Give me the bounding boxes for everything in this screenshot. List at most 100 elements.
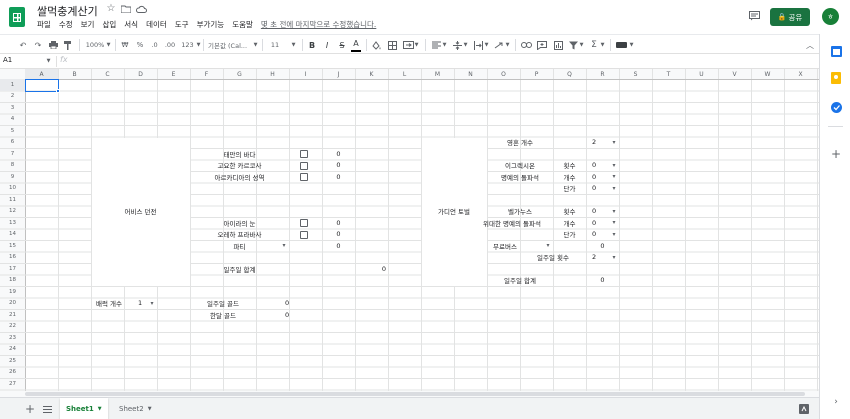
abyss-item-checkbox[interactable] [300,219,308,227]
share-button[interactable]: 🔒 공유 [770,8,810,26]
row-header-19[interactable]: 19 [0,286,25,298]
format-chevron-icon[interactable]: ▼ [195,35,202,55]
tab-sheet2[interactable]: Sheet2 ▼ [113,398,158,419]
row-header-12[interactable]: 12 [0,206,25,218]
print-icon[interactable] [48,35,58,55]
column-header-e[interactable]: E [157,69,190,79]
abyss-item-checkbox[interactable] [300,173,308,181]
document-title[interactable]: 쌀먹충계산기 [37,3,98,19]
column-header-r[interactable]: R [586,69,619,79]
get-addons-icon[interactable]: + [830,148,842,160]
name-box-chevron-icon[interactable]: ▼ [45,57,52,65]
row-header-9[interactable]: 9 [0,171,25,183]
tab-chevron-icon[interactable]: ▼ [98,406,102,412]
formula-input[interactable] [74,55,814,67]
boss2-row-value[interactable]: 0 [590,229,623,241]
redo-icon[interactable]: ↷ [33,35,43,55]
column-header-w[interactable]: W [751,69,784,79]
column-header-v[interactable]: V [718,69,751,79]
percent-button[interactable]: % [135,35,145,55]
currency-button[interactable]: ₩ [120,35,130,55]
text-color-button[interactable]: A [351,37,361,52]
abyss-item-checkbox[interactable] [300,230,308,239]
column-header-m[interactable]: M [421,69,454,79]
row-header-11[interactable]: 11 [0,194,25,206]
insert-chart-icon[interactable] [552,35,564,55]
sheets-logo-icon[interactable] [9,7,25,27]
row-header-2[interactable]: 2 [0,91,25,103]
souls-value[interactable]: 2 [590,137,623,149]
add-sheet-icon[interactable]: + [24,403,36,415]
font-size-chevron-icon[interactable]: ▼ [290,35,297,55]
last-edit-link[interactable]: 몇 초 전에 마지막으로 수정했습니다. [261,19,376,30]
row-header-7[interactable]: 7 [0,148,25,160]
column-header-t[interactable]: T [652,69,685,79]
boss1-row-dropdown-icon[interactable]: ▾ [610,160,618,172]
menu-file[interactable]: 파일 [37,19,51,30]
column-header-c[interactable]: C [91,69,124,79]
menu-help[interactable]: 도움말 [232,19,253,30]
party-dropdown-icon[interactable]: ▾ [280,240,288,252]
boss2-row-value[interactable]: 0 [590,217,623,229]
increase-decimal-button[interactable]: .00 [163,35,177,55]
row-header-20[interactable]: 20 [0,298,25,310]
menu-data[interactable]: 데이터 [146,19,167,30]
row-header-4[interactable]: 4 [0,114,25,126]
menu-view[interactable]: 보기 [81,19,95,30]
row-header-21[interactable]: 21 [0,309,25,321]
font-size-select[interactable]: 11 [268,35,282,55]
column-header-f[interactable]: F [190,69,223,79]
row-header-6[interactable]: 6 [0,137,25,149]
rotation-chevron-icon[interactable]: ▼ [504,35,511,55]
scroll-thumb[interactable] [25,392,805,396]
tasks-icon[interactable] [830,101,842,113]
row-header-8[interactable]: 8 [0,160,25,172]
calendar-icon[interactable] [830,45,842,57]
functions-chevron-icon[interactable]: ▼ [599,35,606,55]
comment-history-icon[interactable] [748,10,760,22]
weekly-count-dropdown-icon[interactable]: ▾ [610,252,618,264]
cloud-icon[interactable] [136,4,147,14]
column-header-i[interactable]: I [289,69,322,79]
souls-dropdown-icon[interactable]: ▾ [610,137,618,149]
wrap-chevron-icon[interactable]: ▼ [483,35,490,55]
column-header-g[interactable]: G [223,69,256,79]
boss1-row-value[interactable]: 0 [590,171,623,183]
undo-icon[interactable]: ↶ [18,35,28,55]
column-header-k[interactable]: K [355,69,388,79]
menu-format[interactable]: 서식 [124,19,138,30]
row-header-3[interactable]: 3 [0,102,25,114]
merge-chevron-icon[interactable]: ▼ [413,35,420,55]
free-bus-dropdown-icon[interactable]: ▾ [544,240,552,252]
italic-button[interactable]: I [322,35,332,55]
row-header-18[interactable]: 18 [0,275,25,287]
column-header-p[interactable]: P [520,69,553,79]
column-header-a[interactable]: A [25,69,58,79]
row-header-10[interactable]: 10 [0,183,25,195]
column-header-h[interactable]: H [256,69,289,79]
boss2-row-dropdown-icon[interactable]: ▾ [610,206,618,218]
valign-chevron-icon[interactable]: ▼ [462,35,469,55]
menu-addons[interactable]: 부가기능 [197,19,225,30]
decrease-decimal-button[interactable]: .0 [149,35,160,55]
input-tools-chevron-icon[interactable]: ▼ [628,35,635,55]
strikethrough-button[interactable]: S [337,35,347,55]
menu-insert[interactable]: 삽입 [102,19,116,30]
halign-chevron-icon[interactable]: ▼ [441,35,448,55]
column-header-q[interactable]: Q [553,69,586,79]
collapse-toolbar-icon[interactable]: ︿ [804,35,816,55]
row-header-24[interactable]: 24 [0,344,25,356]
insert-comment-icon[interactable] [536,35,548,55]
folder-icon[interactable] [121,4,131,14]
row-header-25[interactable]: 25 [0,355,25,367]
row-header-22[interactable]: 22 [0,321,25,333]
star-icon[interactable]: ☆ [106,4,116,14]
input-tools-icon[interactable] [614,35,628,55]
insert-link-icon[interactable] [520,35,532,55]
active-cell[interactable] [25,79,59,92]
name-box[interactable]: A1 [3,56,12,64]
fill-handle[interactable] [56,88,60,93]
character-count-dropdown-icon[interactable]: ▾ [148,298,156,310]
column-header-j[interactable]: J [322,69,355,79]
column-header-x[interactable]: X [784,69,817,79]
